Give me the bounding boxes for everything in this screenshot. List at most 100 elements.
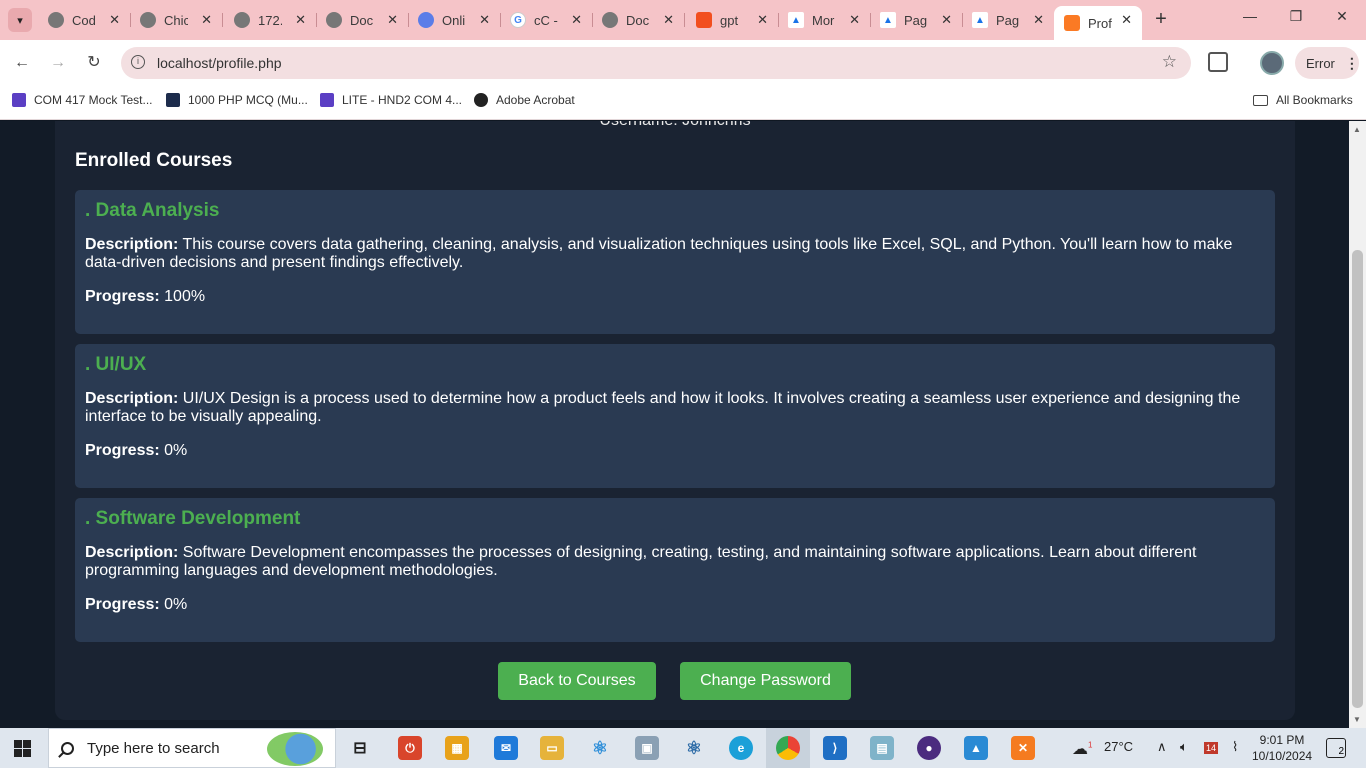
close-icon[interactable]: ✕ [1121, 12, 1132, 28]
course-title: . Data Analysis [85, 200, 220, 221]
tab-strip: ▾ Cod ✕ Chic ✕ 172. ✕ Doc ✕ Onli ✕ G cC … [0, 0, 1366, 40]
tab-title: Doc [626, 12, 650, 28]
form-icon [320, 93, 334, 107]
error-menu-button[interactable]: Error ⋮ [1295, 47, 1359, 79]
username-text: Username: Johnchris [55, 121, 1295, 130]
close-icon[interactable]: ✕ [201, 12, 212, 28]
close-icon[interactable]: ✕ [941, 12, 952, 28]
notification-center-icon[interactable]: 2 [1326, 738, 1346, 758]
forward-arrow-icon[interactable]: → [46, 51, 70, 75]
close-icon[interactable]: ✕ [1033, 12, 1044, 28]
notepad-icon[interactable]: ▤ [870, 736, 894, 760]
folder-icon [1253, 94, 1268, 106]
bookmark-star-icon[interactable]: ☆ [1162, 52, 1177, 72]
browser-tab[interactable]: Chic ✕ [130, 6, 223, 34]
change-password-button[interactable]: Change Password [680, 662, 851, 700]
power-app-icon[interactable]: ⏻ [398, 736, 422, 760]
tab-title: Mor [812, 12, 835, 28]
reload-icon[interactable]: ↻ [82, 51, 106, 75]
circle-logo-icon [418, 12, 434, 28]
browser-tab[interactable]: 172. ✕ [224, 6, 317, 34]
progress-label: Progress: [85, 442, 160, 459]
page-scrollbar[interactable]: ▲ ▼ [1349, 121, 1366, 728]
globe-icon [474, 93, 488, 107]
browser-tab[interactable]: ▲ Mor ✕ [778, 6, 871, 34]
globe-icon [48, 12, 64, 28]
bookmark-item[interactable]: 1000 PHP MCQ (Mu... [166, 93, 308, 107]
address-bar[interactable]: i localhost/profile.php ☆ [121, 47, 1191, 79]
tab-title: Prof [1088, 15, 1112, 31]
close-icon[interactable]: ✕ [663, 12, 674, 28]
minimize-button[interactable]: — [1240, 8, 1260, 24]
react-icon[interactable]: ⚛ [588, 736, 612, 760]
awareness-ribbon-icon [267, 732, 323, 766]
browser-tab[interactable]: ▲ Pag ✕ [962, 6, 1054, 34]
tab-search-button[interactable]: ▾ [8, 8, 32, 32]
browser-tab[interactable]: Onli ✕ [408, 6, 501, 34]
taskbar-search-box[interactable]: Type here to search [48, 728, 336, 768]
bookmark-item[interactable]: LITE - HND2 COM 4... [320, 93, 462, 107]
file-explorer-icon[interactable]: ▭ [540, 736, 564, 760]
all-bookmarks-button[interactable]: All Bookmarks [1253, 93, 1353, 107]
bookmark-item[interactable]: Adobe Acrobat [474, 93, 575, 107]
bookmark-item[interactable]: COM 417 Mock Test... [12, 93, 152, 107]
browser-tab[interactable]: gpt ✕ [686, 6, 779, 34]
browser-tab[interactable]: Doc ✕ [316, 6, 409, 34]
address-url[interactable]: localhost/profile.php [157, 55, 282, 71]
weather-temp[interactable]: 27°C [1104, 739, 1133, 754]
store-icon[interactable]: ▦ [445, 736, 469, 760]
vscode-icon[interactable]: ⟩ [823, 736, 847, 760]
close-icon[interactable]: ✕ [109, 12, 120, 28]
wifi-icon[interactable]: ⌇ [1232, 739, 1238, 755]
browser-tab-active[interactable]: Prof ✕ [1054, 6, 1142, 40]
close-window-button[interactable]: ✕ [1332, 8, 1352, 25]
figma-icon [696, 12, 712, 28]
task-view-icon[interactable]: ⊟ [348, 736, 372, 760]
progress-value: 100% [164, 288, 206, 305]
volume-icon[interactable]: 🔈︎ [1180, 739, 1188, 755]
system-clock[interactable]: 9:01 PM 10/10/2024 [1252, 732, 1312, 764]
kebab-menu-icon: ⋮ [1344, 54, 1359, 71]
close-icon[interactable]: ✕ [849, 12, 860, 28]
close-icon[interactable]: ✕ [295, 12, 306, 28]
course-progress: Progress: 100% [85, 288, 1265, 306]
tab-title: Pag [904, 12, 928, 28]
weather-icon[interactable]: ☁1 [1072, 739, 1092, 759]
scroll-down-icon[interactable]: ▼ [1353, 715, 1361, 724]
close-icon[interactable]: ✕ [757, 12, 768, 28]
extensions-icon[interactable] [1208, 52, 1228, 72]
xampp-icon[interactable]: ✕ [1011, 736, 1035, 760]
description-text: UI/UX Design is a process used to determ… [85, 390, 1241, 425]
windows-start-icon[interactable] [14, 740, 31, 757]
browser-tab[interactable]: Cod ✕ [38, 6, 131, 34]
globe-icon [326, 12, 342, 28]
close-icon[interactable]: ✕ [479, 12, 490, 28]
mountain-logo-icon: ▲ [788, 12, 804, 28]
back-arrow-icon[interactable]: ← [10, 51, 34, 75]
scrollbar-thumb[interactable] [1352, 250, 1363, 708]
browser-tab[interactable]: Doc ✕ [592, 6, 685, 34]
info-icon[interactable]: i [131, 55, 145, 69]
react-icon[interactable]: ⚛ [682, 736, 706, 760]
calendar-badge-icon[interactable]: 14 [1204, 742, 1219, 754]
chrome-icon[interactable] [776, 736, 800, 760]
browser-tab[interactable]: G cC - ✕ [500, 6, 593, 34]
clock-date: 10/10/2024 [1252, 749, 1313, 763]
new-tab-button[interactable]: + [1150, 8, 1172, 31]
close-icon[interactable]: ✕ [571, 12, 582, 28]
photos-icon[interactable]: ▲ [964, 736, 988, 760]
maximize-button[interactable]: ❐ [1286, 8, 1306, 25]
back-to-courses-button[interactable]: Back to Courses [498, 662, 656, 700]
mail-icon[interactable]: ✉ [494, 736, 518, 760]
progress-value: 0% [164, 596, 188, 613]
profile-avatar[interactable] [1260, 51, 1284, 75]
scroll-up-icon[interactable]: ▲ [1353, 125, 1361, 134]
description-label: Description: [85, 236, 179, 253]
github-icon[interactable]: ● [917, 736, 941, 760]
browser-tab[interactable]: ▲ Pag ✕ [870, 6, 963, 34]
edge-icon[interactable]: e [729, 736, 753, 760]
show-hidden-icons[interactable]: ∧ [1157, 739, 1167, 755]
course-description: Description: Software Development encomp… [85, 544, 1255, 580]
close-icon[interactable]: ✕ [387, 12, 398, 28]
remote-desktop-icon[interactable]: ▣ [635, 736, 659, 760]
